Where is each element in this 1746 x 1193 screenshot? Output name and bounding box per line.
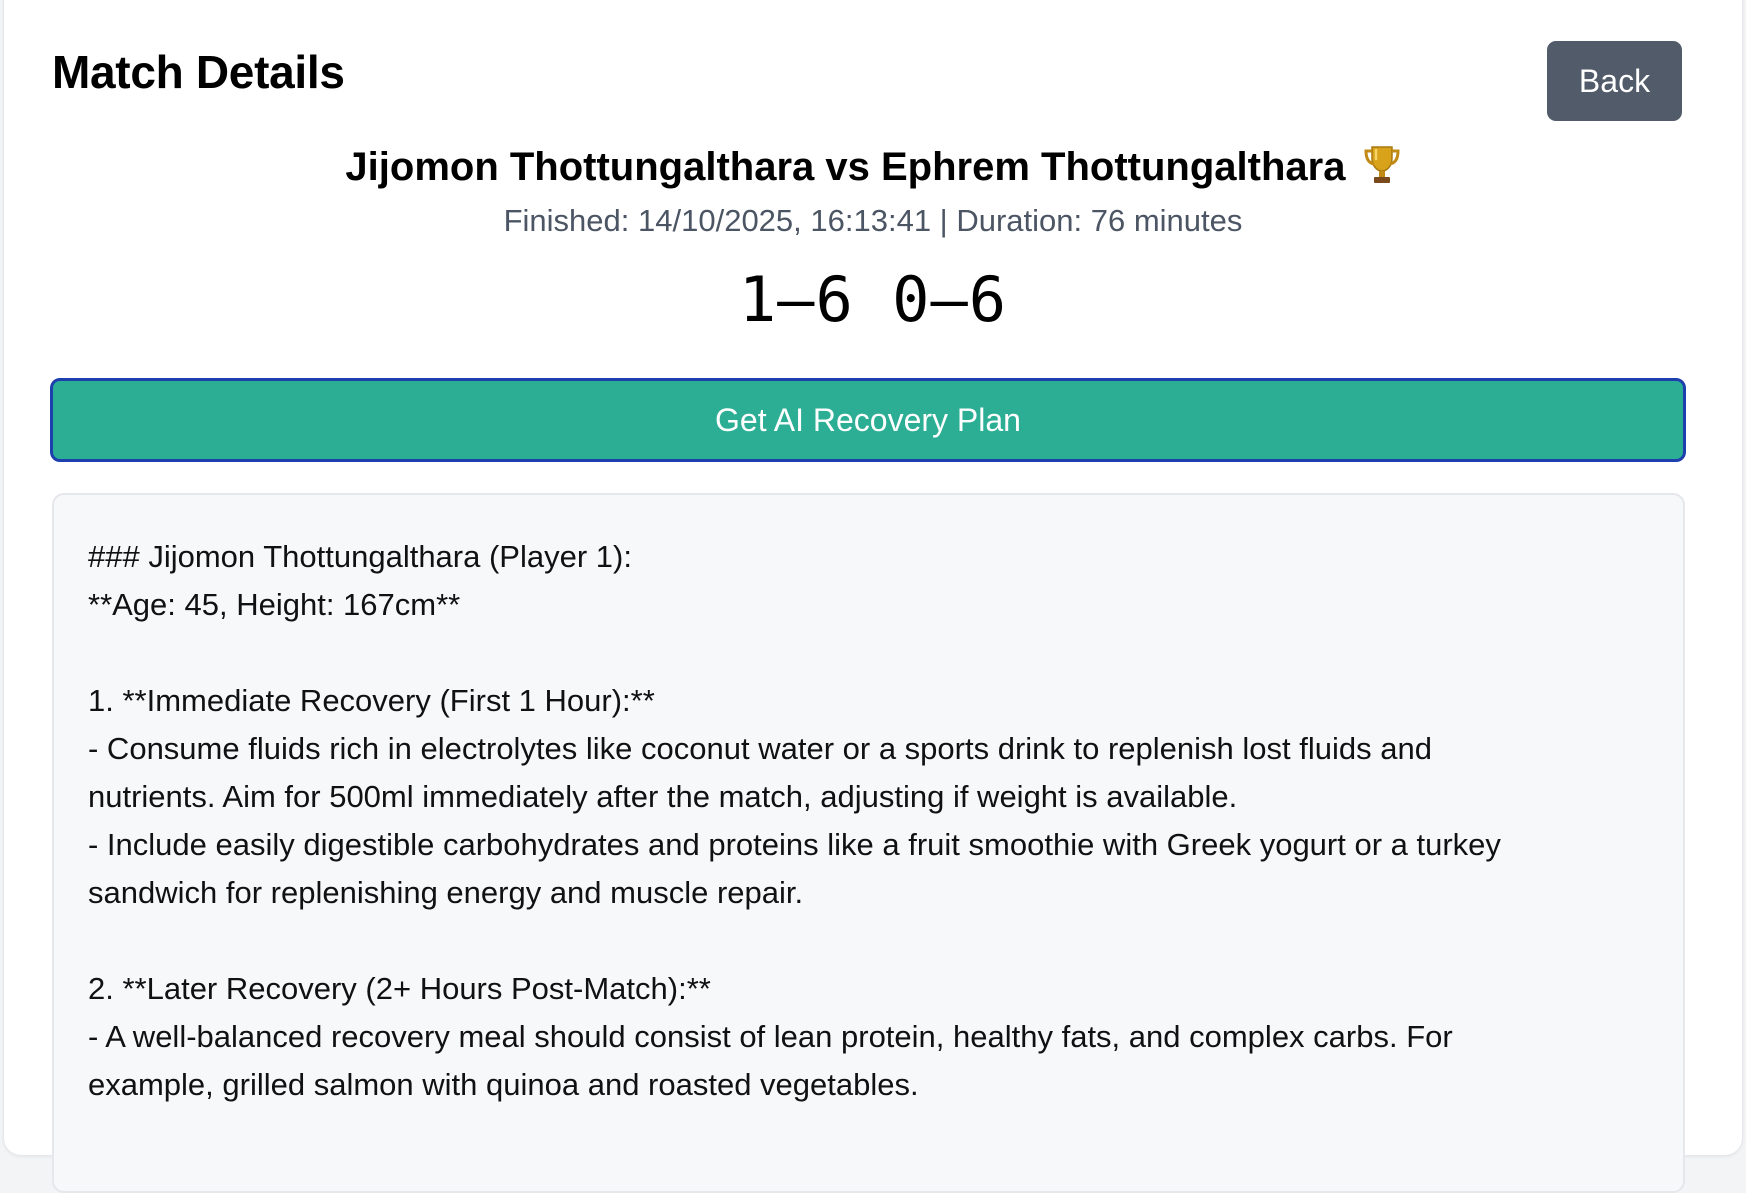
plan-line: **Age: 45, Height: 167cm** (88, 587, 461, 622)
plan-line: sandwich for replenishing energy and mus… (88, 875, 804, 910)
plan-line: - Include easily digestible carbohydrate… (88, 827, 1501, 862)
plan-line: nutrients. Aim for 500ml immediately aft… (88, 779, 1238, 814)
get-ai-recovery-plan-button[interactable]: Get AI Recovery Plan (50, 378, 1686, 462)
match-title-text: Jijomon Thottungalthara vs Ephrem Thottu… (345, 145, 1346, 189)
plan-line: ### Jijomon Thottungalthara (Player 1): (88, 539, 632, 574)
plan-line (88, 917, 1649, 965)
back-button[interactable]: Back (1547, 41, 1682, 121)
plan-line (88, 629, 1649, 677)
match-meta: Finished: 14/10/2025, 16:13:41 | Duratio… (503, 203, 1243, 238)
match-title: Jijomon Thottungalthara vs Ephrem Thottu… (4, 144, 1742, 196)
recovery-plan-panel: ### Jijomon Thottungalthara (Player 1): … (52, 493, 1685, 1193)
trophy-icon (1363, 144, 1401, 196)
plan-line: - A well-balanced recovery meal should c… (88, 1019, 1453, 1054)
page-title: Match Details (52, 46, 345, 98)
plan-line: - Consume fluids rich in electrolytes li… (88, 731, 1432, 766)
plan-line: example, grilled salmon with quinoa and … (88, 1067, 919, 1102)
match-score: 1–6 0–6 (738, 263, 1008, 336)
plan-line: 2. **Later Recovery (2+ Hours Post-Match… (88, 971, 711, 1006)
header: Match Details Back (52, 41, 1682, 121)
match-details-card: Match Details Back Jijomon Thottungaltha… (3, 0, 1743, 1193)
plan-line: 1. **Immediate Recovery (First 1 Hour):*… (88, 683, 655, 718)
